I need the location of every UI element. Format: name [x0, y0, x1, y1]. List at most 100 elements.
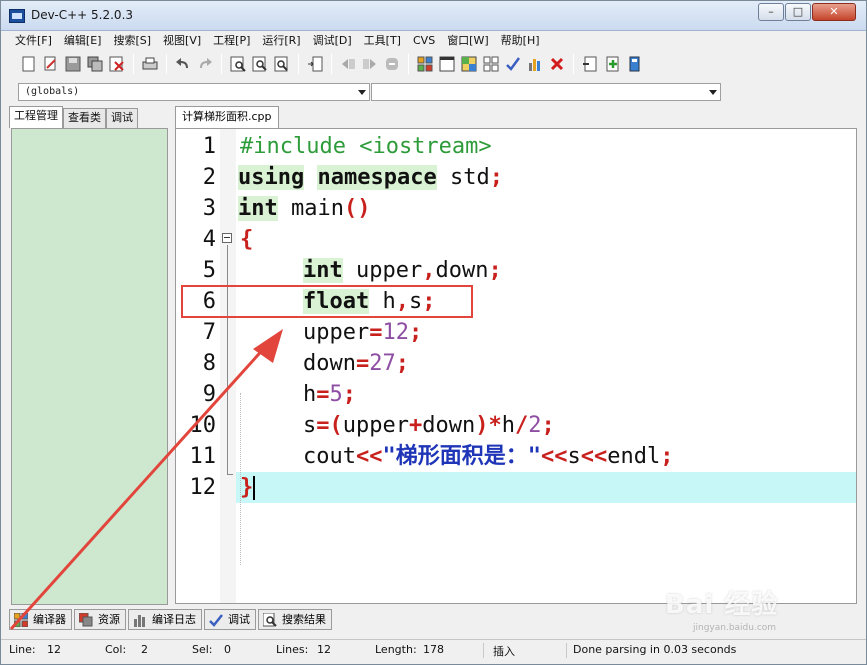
- fold-line: [227, 245, 228, 469]
- chevron-down-icon: [709, 90, 717, 95]
- line-number: 9: [202, 382, 216, 407]
- code-line: h=5;: [303, 379, 356, 410]
- baidu-watermark-logo: Bai 经验: [665, 590, 779, 620]
- menu-file[interactable]: 文件[F]: [9, 32, 58, 50]
- run-icon[interactable]: [437, 54, 457, 74]
- menu-run[interactable]: 运行[R]: [256, 32, 306, 50]
- unindent-icon[interactable]: [360, 54, 380, 74]
- operator: =(: [316, 413, 343, 438]
- line-number: 7: [202, 320, 216, 345]
- replace-icon[interactable]: [250, 54, 270, 74]
- toolbar-separator: [298, 54, 299, 74]
- number-literal: 27: [369, 351, 396, 376]
- find-next-icon[interactable]: [272, 54, 292, 74]
- scope-dropdown[interactable]: (globals): [18, 83, 370, 101]
- members-dropdown[interactable]: [371, 83, 721, 101]
- tab-resources[interactable]: 资源: [74, 609, 126, 630]
- menu-cvs[interactable]: CVS: [407, 32, 441, 50]
- minimize-button[interactable]: –: [758, 3, 784, 21]
- menu-help[interactable]: 帮助[H]: [495, 32, 546, 50]
- toolbar-separator: [573, 54, 574, 74]
- line-number: 12: [189, 475, 217, 500]
- tab-search-results-label: 搜索结果: [282, 613, 326, 626]
- status-line-value: 12: [47, 643, 61, 656]
- indent-icon[interactable]: [338, 54, 358, 74]
- code-line: {: [240, 224, 253, 255]
- status-lines-value: 12: [317, 643, 331, 656]
- stop-icon[interactable]: [547, 54, 567, 74]
- toolbar-separator: [408, 54, 409, 74]
- save-icon[interactable]: [63, 54, 83, 74]
- keyword: using: [238, 165, 305, 190]
- app-icon: [9, 9, 25, 23]
- menu-window[interactable]: 窗口[W]: [441, 32, 494, 50]
- editor-tabs: 计算梯形面积.cpp: [173, 106, 863, 128]
- compile-icon[interactable]: [415, 54, 435, 74]
- toggle-comment-icon[interactable]: [382, 54, 402, 74]
- menu-search[interactable]: 搜索[S]: [107, 32, 157, 50]
- menu-edit[interactable]: 编辑[E]: [58, 32, 108, 50]
- number-literal: 2: [528, 413, 542, 438]
- new-file-icon[interactable]: [19, 54, 39, 74]
- tab-debug-output[interactable]: 调试: [204, 609, 256, 630]
- close-button[interactable]: ✕: [812, 3, 856, 21]
- find-icon[interactable]: [228, 54, 248, 74]
- toolbar-separator: [221, 54, 222, 74]
- operator: ;: [541, 413, 555, 438]
- save-all-icon[interactable]: [85, 54, 105, 74]
- toolbar: [1, 50, 866, 78]
- code-line: #include <iostream>: [240, 131, 492, 162]
- menu-debug[interactable]: 调试[D]: [307, 32, 358, 50]
- rebuild-icon[interactable]: [481, 54, 501, 74]
- tab-project-manager[interactable]: 工程管理: [9, 106, 63, 128]
- tab-search-results[interactable]: 搜索结果: [258, 609, 332, 630]
- operator: =: [316, 382, 330, 407]
- menu-view[interactable]: 视图[V]: [157, 32, 207, 50]
- compiler-icon: [13, 612, 29, 628]
- fold-toggle-icon[interactable]: [222, 233, 232, 243]
- tab-source-file[interactable]: 计算梯形面积.cpp: [175, 106, 279, 128]
- code-editor[interactable]: 1 2 3 4 5 6 7 8 9 10 11 12 #include <ios…: [175, 128, 857, 604]
- code-line: int main(): [238, 193, 370, 224]
- menu-tools[interactable]: 工具[T]: [358, 32, 407, 50]
- print-icon[interactable]: [140, 54, 160, 74]
- tab-class-browser[interactable]: 查看类: [63, 108, 106, 128]
- goto-line-icon[interactable]: [305, 54, 325, 74]
- menu-project[interactable]: 工程[P]: [207, 32, 256, 50]
- close-file-icon[interactable]: [107, 54, 127, 74]
- keyword: namespace: [317, 165, 437, 190]
- syntax-check-icon[interactable]: [503, 54, 523, 74]
- status-separator: [483, 643, 484, 658]
- identifier: cout: [303, 444, 356, 469]
- undo-icon[interactable]: [173, 54, 193, 74]
- add-to-project-icon[interactable]: [602, 54, 622, 74]
- identifier: h: [501, 413, 515, 438]
- tab-compile-log-label: 编译日志: [152, 613, 196, 626]
- redo-icon[interactable]: [195, 54, 215, 74]
- code-line: }: [240, 472, 256, 503]
- code-text: #include <iostream> using namespace std;…: [236, 129, 856, 603]
- operator: (): [343, 196, 371, 221]
- chart-icon: [132, 612, 148, 628]
- profile-icon[interactable]: [525, 54, 545, 74]
- compile-run-icon[interactable]: [459, 54, 479, 74]
- line-number: 5: [202, 258, 216, 283]
- identifier: down: [422, 413, 476, 438]
- line-number: 2: [202, 165, 216, 190]
- project-tree[interactable]: [11, 128, 168, 605]
- project-options-icon[interactable]: [624, 54, 644, 74]
- operator: =: [369, 320, 383, 345]
- tab-debug[interactable]: 调试: [106, 108, 138, 128]
- status-col-label: Col:: [105, 643, 127, 656]
- code-line: using namespace std;: [238, 162, 503, 193]
- search-icon: [262, 612, 278, 628]
- new-project-icon[interactable]: [580, 54, 600, 74]
- code-line: down=27;: [303, 348, 409, 379]
- tab-compile-log[interactable]: 编译日志: [128, 609, 202, 630]
- maximize-button[interactable]: □: [785, 3, 811, 21]
- operator: ;: [660, 444, 674, 469]
- tab-resources-label: 资源: [98, 613, 120, 626]
- identifier: down: [435, 258, 489, 283]
- tab-compiler[interactable]: 编译器: [9, 609, 72, 630]
- open-file-icon[interactable]: [41, 54, 61, 74]
